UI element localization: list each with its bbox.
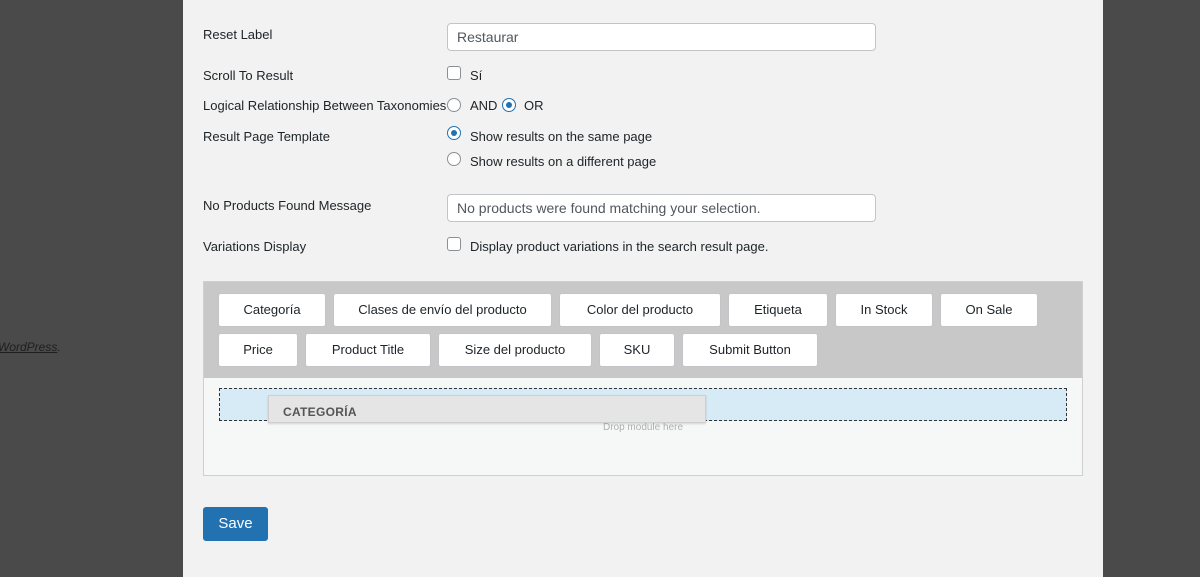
link-suffix: . [57,340,61,354]
module-color-producto[interactable]: Color del producto [559,293,721,327]
reset-label-label: Reset Label [203,27,273,42]
save-button[interactable]: Save [203,507,268,541]
module-product-title[interactable]: Product Title [305,333,431,367]
module-clases-envio[interactable]: Clases de envío del producto [333,293,552,327]
radio-different-page-label: Show results on a different page [470,154,657,169]
variations-display-option: Display product variations in the search… [470,239,769,254]
radio-same-page[interactable] [447,126,461,140]
settings-panel: Reset Label Restaurar Scroll To Result S… [183,0,1103,577]
no-products-message-label: No Products Found Message [203,198,372,213]
reset-label-input[interactable]: Restaurar [447,23,876,51]
radio-or-label: OR [524,98,544,113]
radio-different-page[interactable] [447,152,461,166]
radio-or[interactable] [502,98,516,112]
scroll-to-result-checkbox[interactable] [447,66,461,80]
dragged-module[interactable]: CATEGORÍA [268,395,706,423]
filter-builder: Categoría Clases de envío del producto C… [203,281,1083,476]
module-sku[interactable]: SKU [599,333,675,367]
scroll-to-result-option: Sí [470,68,483,83]
module-on-sale[interactable]: On Sale [940,293,1038,327]
logical-relationship-label: Logical Relationship Between Taxonomies [203,98,447,113]
module-in-stock[interactable]: In Stock [835,293,933,327]
no-products-message-input[interactable]: No products were found matching your sel… [447,194,876,222]
module-price[interactable]: Price [218,333,298,367]
result-page-template-label: Result Page Template [203,129,330,144]
module-submit-button[interactable]: Submit Button [682,333,818,367]
radio-same-page-label: Show results on the same page [470,129,653,144]
variations-display-label: Variations Display [203,239,307,254]
background-footer-text: WordPress. [0,340,61,354]
module-palette: Categoría Clases de envío del producto C… [204,282,1082,378]
radio-and[interactable] [447,98,461,112]
module-size-producto[interactable]: Size del producto [438,333,592,367]
radio-and-label: AND [470,98,498,113]
module-etiqueta[interactable]: Etiqueta [728,293,828,327]
module-categoria[interactable]: Categoría [218,293,326,327]
scroll-to-result-label: Scroll To Result [203,68,294,83]
wordpress-link[interactable]: WordPress [0,340,57,354]
variations-display-checkbox[interactable] [447,237,461,251]
